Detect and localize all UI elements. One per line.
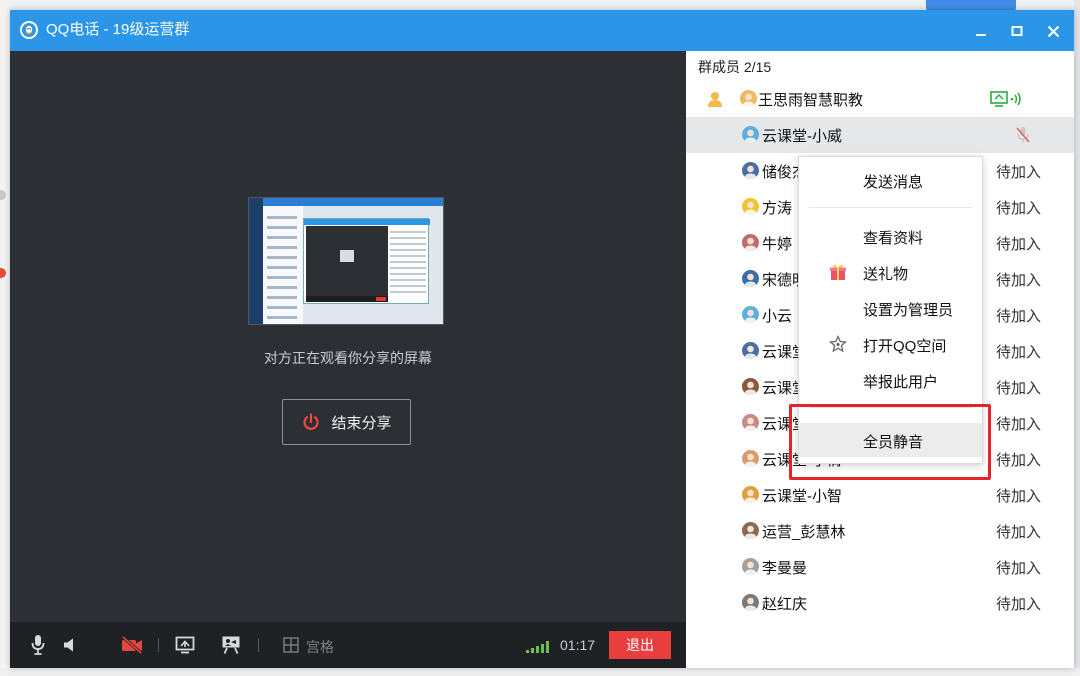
avatar <box>742 522 759 539</box>
member-name: 牛婷 <box>762 236 793 253</box>
member-name: 云课堂-小威 <box>762 128 842 145</box>
avatar <box>742 450 759 467</box>
toolbar-divider <box>258 638 259 652</box>
avatar <box>740 90 757 107</box>
share-status-text: 对方正在观看你分享的屏幕 <box>264 350 432 366</box>
member-row[interactable]: 赵红庆 待加入 <box>686 585 1074 621</box>
menu-divider <box>809 207 972 208</box>
member-name: 王思雨智慧职教 <box>758 92 864 109</box>
avatar <box>742 234 759 251</box>
exit-button[interactable]: 退出 <box>609 631 671 659</box>
avatar <box>742 414 759 431</box>
menu-item-view-profile[interactable]: 查看资料 <box>799 219 982 253</box>
background-badge <box>0 268 6 278</box>
title-bar[interactable]: QQ电话 - 19级运营群 <box>10 10 1074 51</box>
menu-divider <box>809 407 972 408</box>
avatar <box>742 378 759 395</box>
screen-share-icon[interactable] <box>174 634 196 656</box>
presentation-icon[interactable] <box>220 634 242 656</box>
menu-item-send-message[interactable]: 发送消息 <box>799 163 982 197</box>
background-scroll <box>1074 0 1080 676</box>
member-name: 云课堂-小智 <box>762 488 842 505</box>
camera-off-icon[interactable] <box>120 634 144 656</box>
member-status: 待加入 <box>996 272 1042 289</box>
avatar <box>742 198 759 215</box>
end-share-label: 结束分享 <box>331 414 392 432</box>
avatar <box>742 126 759 143</box>
grid-icon[interactable] <box>282 634 300 656</box>
avatar <box>742 594 759 611</box>
avatar <box>742 270 759 287</box>
member-status: 待加入 <box>996 596 1042 613</box>
member-status: 待加入 <box>996 236 1042 253</box>
avatar <box>742 162 759 179</box>
member-status: 待加入 <box>996 488 1042 505</box>
host-crown-icon <box>706 90 724 111</box>
member-row[interactable]: 王思雨智慧职教 <box>686 81 1074 117</box>
member-status: 待加入 <box>996 164 1042 181</box>
star-icon <box>828 334 848 357</box>
member-row[interactable]: 云课堂-小威 <box>686 117 1074 153</box>
context-menu: 发送消息 查看资料 送礼物 设置为管理员 打开QQ空间 举报此用户 全员静音 <box>798 156 983 464</box>
minimize-button[interactable] <box>968 18 994 44</box>
menu-item-mute-all[interactable]: 全员静音 <box>799 423 982 457</box>
close-button[interactable] <box>1040 18 1066 44</box>
member-name: 赵红庆 <box>762 596 808 613</box>
grid-view-label[interactable]: 宫格 <box>306 637 334 657</box>
background-dot <box>0 190 6 200</box>
call-timer: 01:17 <box>560 637 596 653</box>
member-name: 李曼曼 <box>762 560 808 577</box>
call-toolbar: 宫格 01:17 退出 <box>10 622 686 668</box>
avatar <box>742 486 759 503</box>
menu-item-open-qzone[interactable]: 打开QQ空间 <box>799 327 982 361</box>
member-count: 群成员 2/15 <box>698 59 772 75</box>
maximize-button[interactable] <box>1004 18 1030 44</box>
member-status: 待加入 <box>996 380 1042 397</box>
member-status: 待加入 <box>996 560 1042 577</box>
member-row[interactable]: 李曼曼 待加入 <box>686 549 1074 585</box>
avatar <box>742 306 759 323</box>
member-status: 待加入 <box>996 416 1042 433</box>
video-panel: 对方正在观看你分享的屏幕 结束分享 宫格 01:17 退出 <box>10 51 686 668</box>
qq-logo-icon <box>20 21 38 39</box>
menu-item-send-gift[interactable]: 送礼物 <box>799 255 982 289</box>
member-status: 待加入 <box>996 524 1042 541</box>
toolbar-divider <box>158 638 159 652</box>
member-status: 待加入 <box>996 452 1042 469</box>
window-title: QQ电话 - 19级运营群 <box>46 21 190 38</box>
member-name: 运营_彭慧林 <box>762 524 846 541</box>
mic-muted-icon <box>1016 126 1030 147</box>
background-strip <box>0 0 10 676</box>
speaker-icon[interactable] <box>62 634 78 656</box>
end-share-button[interactable]: 结束分享 <box>282 399 411 445</box>
member-status: 待加入 <box>996 344 1042 361</box>
signal-strength-icon <box>526 640 556 656</box>
member-status: 待加入 <box>996 308 1042 325</box>
gift-icon <box>829 263 847 285</box>
member-status: 待加入 <box>996 200 1042 217</box>
member-row[interactable]: 云课堂-小智 待加入 <box>686 477 1074 513</box>
power-icon <box>303 413 320 430</box>
shared-screen-thumbnail[interactable] <box>248 197 444 325</box>
member-name: 小云 <box>762 308 793 325</box>
member-name: 方涛 <box>762 200 793 217</box>
member-row[interactable]: 运营_彭慧林 待加入 <box>686 513 1074 549</box>
background-bottom <box>0 668 1080 676</box>
microphone-icon[interactable] <box>30 634 46 656</box>
avatar <box>742 558 759 575</box>
screen-sharing-icon <box>990 90 1026 111</box>
avatar <box>742 342 759 359</box>
menu-item-report-user[interactable]: 举报此用户 <box>799 363 982 397</box>
menu-item-set-admin[interactable]: 设置为管理员 <box>799 291 982 325</box>
